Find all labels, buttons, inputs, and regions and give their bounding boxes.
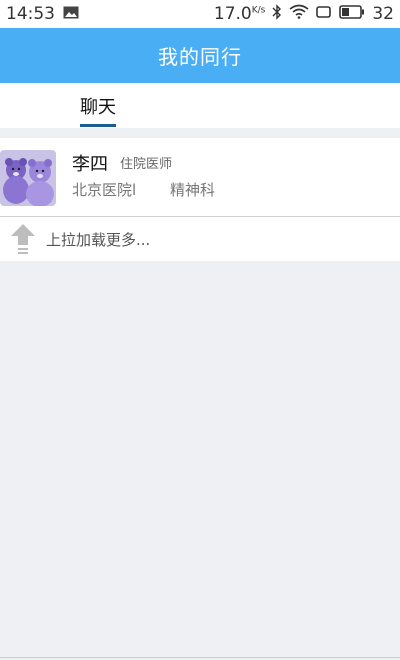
battery-level: 32 bbox=[372, 4, 394, 24]
tab-indicator bbox=[80, 124, 116, 127]
load-more[interactable]: 上拉加载更多... bbox=[0, 217, 400, 261]
status-bar: 14:53 17.0K/s 32 bbox=[0, 0, 400, 28]
tab-chat[interactable]: 聊天 bbox=[80, 93, 116, 119]
list-item[interactable]: 李四 住院医师 北京医院l 精神科 bbox=[0, 138, 400, 217]
avatar bbox=[0, 150, 56, 206]
colleague-hospital: 北京医院l bbox=[72, 181, 137, 199]
colleague-department: 精神科 bbox=[170, 181, 216, 199]
colleague-name: 李四 bbox=[72, 154, 108, 175]
wifi-icon bbox=[289, 4, 309, 24]
load-more-text: 上拉加载更多... bbox=[46, 231, 151, 249]
network-speed: 17.0K/s bbox=[213, 4, 266, 24]
arrow-up-icon bbox=[10, 223, 36, 257]
screen-icon bbox=[316, 4, 332, 24]
app-bar: 我的同行 bbox=[0, 28, 400, 83]
colleague-title: 住院医师 bbox=[120, 157, 173, 172]
tab-bar: 聊天 bbox=[0, 83, 400, 128]
image-icon bbox=[63, 4, 79, 24]
status-time: 14:53 bbox=[6, 4, 55, 24]
page-title: 我的同行 bbox=[158, 45, 242, 69]
divider bbox=[0, 657, 400, 658]
battery-icon bbox=[339, 4, 365, 24]
bluetooth-icon bbox=[272, 3, 282, 25]
